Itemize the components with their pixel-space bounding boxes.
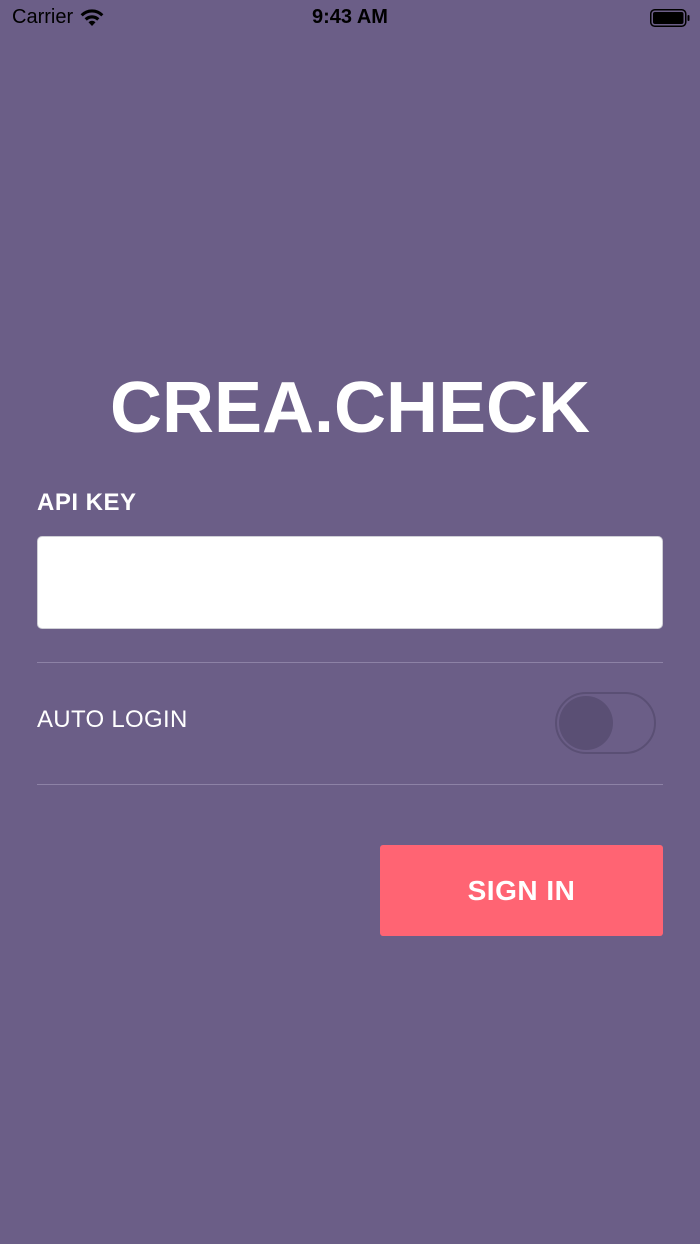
sign-in-button[interactable]: SIGN IN	[380, 845, 663, 936]
api-key-input[interactable]	[37, 536, 663, 629]
status-bar: Carrier 9:43 AM	[0, 0, 700, 40]
api-key-label: API KEY	[37, 489, 137, 516]
divider	[37, 662, 663, 663]
app-logo: CREA.CHECK	[109, 368, 591, 448]
toggle-knob	[559, 696, 613, 750]
divider	[37, 784, 663, 785]
status-time: 9:43 AM	[312, 6, 388, 28]
auto-login-label: AUTO LOGIN	[37, 706, 188, 733]
auto-login-toggle[interactable]	[555, 692, 656, 754]
battery-icon	[650, 9, 690, 27]
